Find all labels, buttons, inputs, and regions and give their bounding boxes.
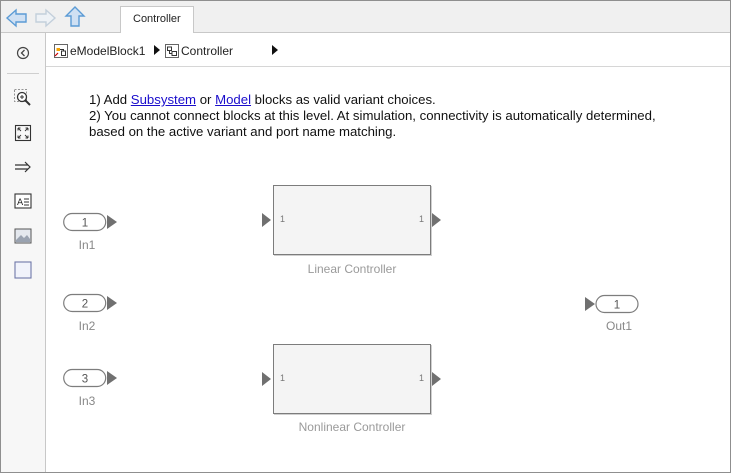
breadcrumb-item-controller[interactable]: Controller: [165, 42, 233, 60]
outport-out1[interactable]: 1: [583, 294, 639, 314]
nonlinear-controller-block[interactable]: 1 1: [273, 344, 431, 414]
port-label-in2: In2: [78, 319, 96, 333]
port-label-out1: Out1: [605, 319, 632, 333]
back-arrow-icon[interactable]: [5, 8, 29, 28]
annotation-icon[interactable]: A: [13, 191, 33, 211]
port-number: 1: [614, 300, 620, 312]
variant-instructions: 1) Add Subsystem or Model blocks as vali…: [89, 92, 689, 140]
block-inport-label: 1: [280, 214, 286, 224]
instruction-text: blocks as valid variant choices.: [251, 92, 436, 107]
tab-controller[interactable]: Controller: [120, 6, 194, 34]
breadcrumb-label: eModelBlock1: [70, 44, 146, 58]
svg-text:A: A: [17, 198, 24, 208]
image-icon[interactable]: [13, 226, 33, 246]
up-arrow-icon[interactable]: [63, 5, 87, 29]
breadcrumb-label: Controller: [181, 44, 234, 58]
breadcrumb-separator-icon: [154, 45, 160, 55]
arrow-line-icon[interactable]: [13, 157, 33, 177]
port-label-in1: In1: [78, 238, 96, 252]
fit-to-view-icon[interactable]: [13, 123, 33, 143]
instruction-text: 1) Add: [89, 92, 131, 107]
linear-controller-name: Linear Controller: [307, 262, 397, 276]
area-icon[interactable]: [13, 260, 33, 280]
subsystem-link[interactable]: Subsystem: [131, 92, 196, 107]
inport-in2[interactable]: 2: [63, 293, 119, 313]
model-link[interactable]: Model: [215, 92, 251, 107]
block-outport-label: 1: [418, 214, 424, 224]
port-number: 3: [82, 374, 88, 386]
breadcrumb-separator-icon: [272, 45, 278, 55]
model-canvas[interactable]: 1) Add Subsystem or Model blocks as vali…: [46, 68, 730, 472]
editor-window: Controller A eModelBlock1 Controller 1) …: [0, 0, 731, 473]
breadcrumb: eModelBlock1 Controller: [46, 33, 730, 67]
inport-in1[interactable]: 1: [63, 212, 119, 232]
port-label-in3: In3: [78, 394, 96, 408]
block-input-arrow-icon: [262, 213, 271, 227]
instruction-line-1: 1) Add Subsystem or Model blocks as vali…: [89, 92, 689, 108]
palette-divider: [7, 73, 39, 74]
linear-controller-block[interactable]: 1 1: [273, 185, 431, 255]
breadcrumb-item-emodelblock1[interactable]: eModelBlock1: [54, 42, 145, 60]
nonlinear-controller-name: Nonlinear Controller: [298, 420, 406, 434]
block-inport-label: 1: [280, 373, 286, 383]
inport-in3[interactable]: 3: [63, 368, 119, 388]
subsystem-icon: [165, 44, 179, 58]
block-input-arrow-icon: [262, 372, 271, 386]
hide-explorer-icon[interactable]: [13, 43, 33, 63]
forward-arrow-icon[interactable]: [33, 8, 57, 28]
block-output-arrow-icon: [432, 213, 441, 227]
zoom-icon[interactable]: [13, 88, 33, 108]
navigation-bar: Controller: [1, 1, 730, 34]
block-outport-label: 1: [418, 373, 424, 383]
instruction-line-2: 2) You cannot connect blocks at this lev…: [89, 108, 656, 139]
tool-palette: A: [1, 33, 46, 472]
port-number: 1: [82, 218, 88, 230]
instruction-text: or: [196, 92, 216, 107]
port-number: 2: [82, 299, 88, 311]
block-output-arrow-icon: [432, 372, 441, 386]
model-icon: [54, 44, 68, 58]
